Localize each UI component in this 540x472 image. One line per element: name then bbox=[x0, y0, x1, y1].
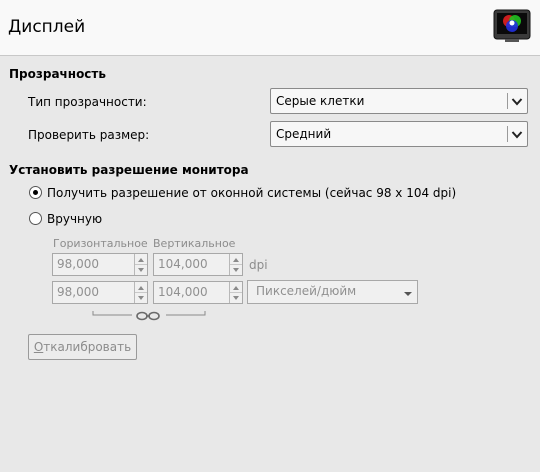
vertical-dpi-spinner[interactable]: 104,000 bbox=[153, 253, 243, 276]
chevron-down-icon bbox=[511, 129, 523, 139]
resolution-section-title: Установить разрешение монитора bbox=[9, 163, 249, 177]
vertical-dpi-value: 104,000 bbox=[158, 257, 208, 271]
horizontal-ppi-spinner[interactable]: 98,000 bbox=[52, 281, 148, 304]
check-size-combo[interactable]: Средний bbox=[270, 121, 528, 147]
radio-system-resolution-label[interactable]: Получить разрешение от оконной системы (… bbox=[47, 185, 456, 201]
monitor-color-icon bbox=[493, 9, 531, 43]
transparency-type-value: Серые клетки bbox=[276, 94, 365, 108]
spinner-buttons bbox=[134, 282, 147, 303]
combo-separator bbox=[507, 126, 508, 142]
calibrate-mnemonic: О bbox=[33, 340, 44, 354]
radio-manual-resolution-label[interactable]: Вручную bbox=[47, 211, 102, 227]
calibrate-label-rest: ткалибровать bbox=[43, 340, 132, 354]
chevron-down-icon bbox=[403, 287, 413, 296]
spinner-down-icon[interactable] bbox=[230, 264, 242, 274]
resolution-unit-value: Пикселей/дюйм bbox=[256, 284, 357, 298]
vertical-ppi-spinner[interactable]: 104,000 bbox=[153, 281, 243, 304]
combo-separator bbox=[507, 93, 508, 109]
spinner-buttons bbox=[134, 254, 147, 275]
resolution-unit-combo[interactable]: Пикселей/дюйм bbox=[247, 280, 418, 304]
vertical-ppi-value: 104,000 bbox=[158, 285, 208, 299]
chain-link-icon[interactable] bbox=[92, 309, 206, 323]
radio-manual-resolution[interactable] bbox=[29, 212, 42, 225]
transparency-section-title: Прозрачность bbox=[9, 67, 106, 81]
chevron-down-icon bbox=[511, 96, 523, 106]
dialog-header: Дисплей bbox=[0, 0, 540, 56]
spinner-down-icon[interactable] bbox=[135, 264, 147, 274]
spinner-down-icon[interactable] bbox=[230, 292, 242, 302]
transparency-type-combo[interactable]: Серые клетки bbox=[270, 88, 528, 114]
horizontal-dpi-value: 98,000 bbox=[57, 257, 99, 271]
calibrate-button[interactable]: Откалибровать bbox=[28, 334, 137, 360]
check-size-label: Проверить размер: bbox=[28, 128, 150, 142]
spinner-buttons bbox=[229, 282, 242, 303]
radio-system-resolution[interactable] bbox=[29, 186, 42, 199]
spinner-buttons bbox=[229, 254, 242, 275]
horizontal-column-label: Горизонтальное bbox=[53, 237, 148, 250]
horizontal-ppi-value: 98,000 bbox=[57, 285, 99, 299]
page-title: Дисплей bbox=[8, 17, 86, 37]
transparency-type-label: Тип прозрачности: bbox=[28, 95, 147, 109]
spinner-down-icon[interactable] bbox=[135, 292, 147, 302]
radio-selected-dot bbox=[33, 190, 38, 195]
dpi-unit-label: dpi bbox=[249, 258, 268, 272]
horizontal-dpi-spinner[interactable]: 98,000 bbox=[52, 253, 148, 276]
check-size-value: Средний bbox=[276, 127, 332, 141]
vertical-column-label: Вертикальное bbox=[153, 237, 236, 250]
